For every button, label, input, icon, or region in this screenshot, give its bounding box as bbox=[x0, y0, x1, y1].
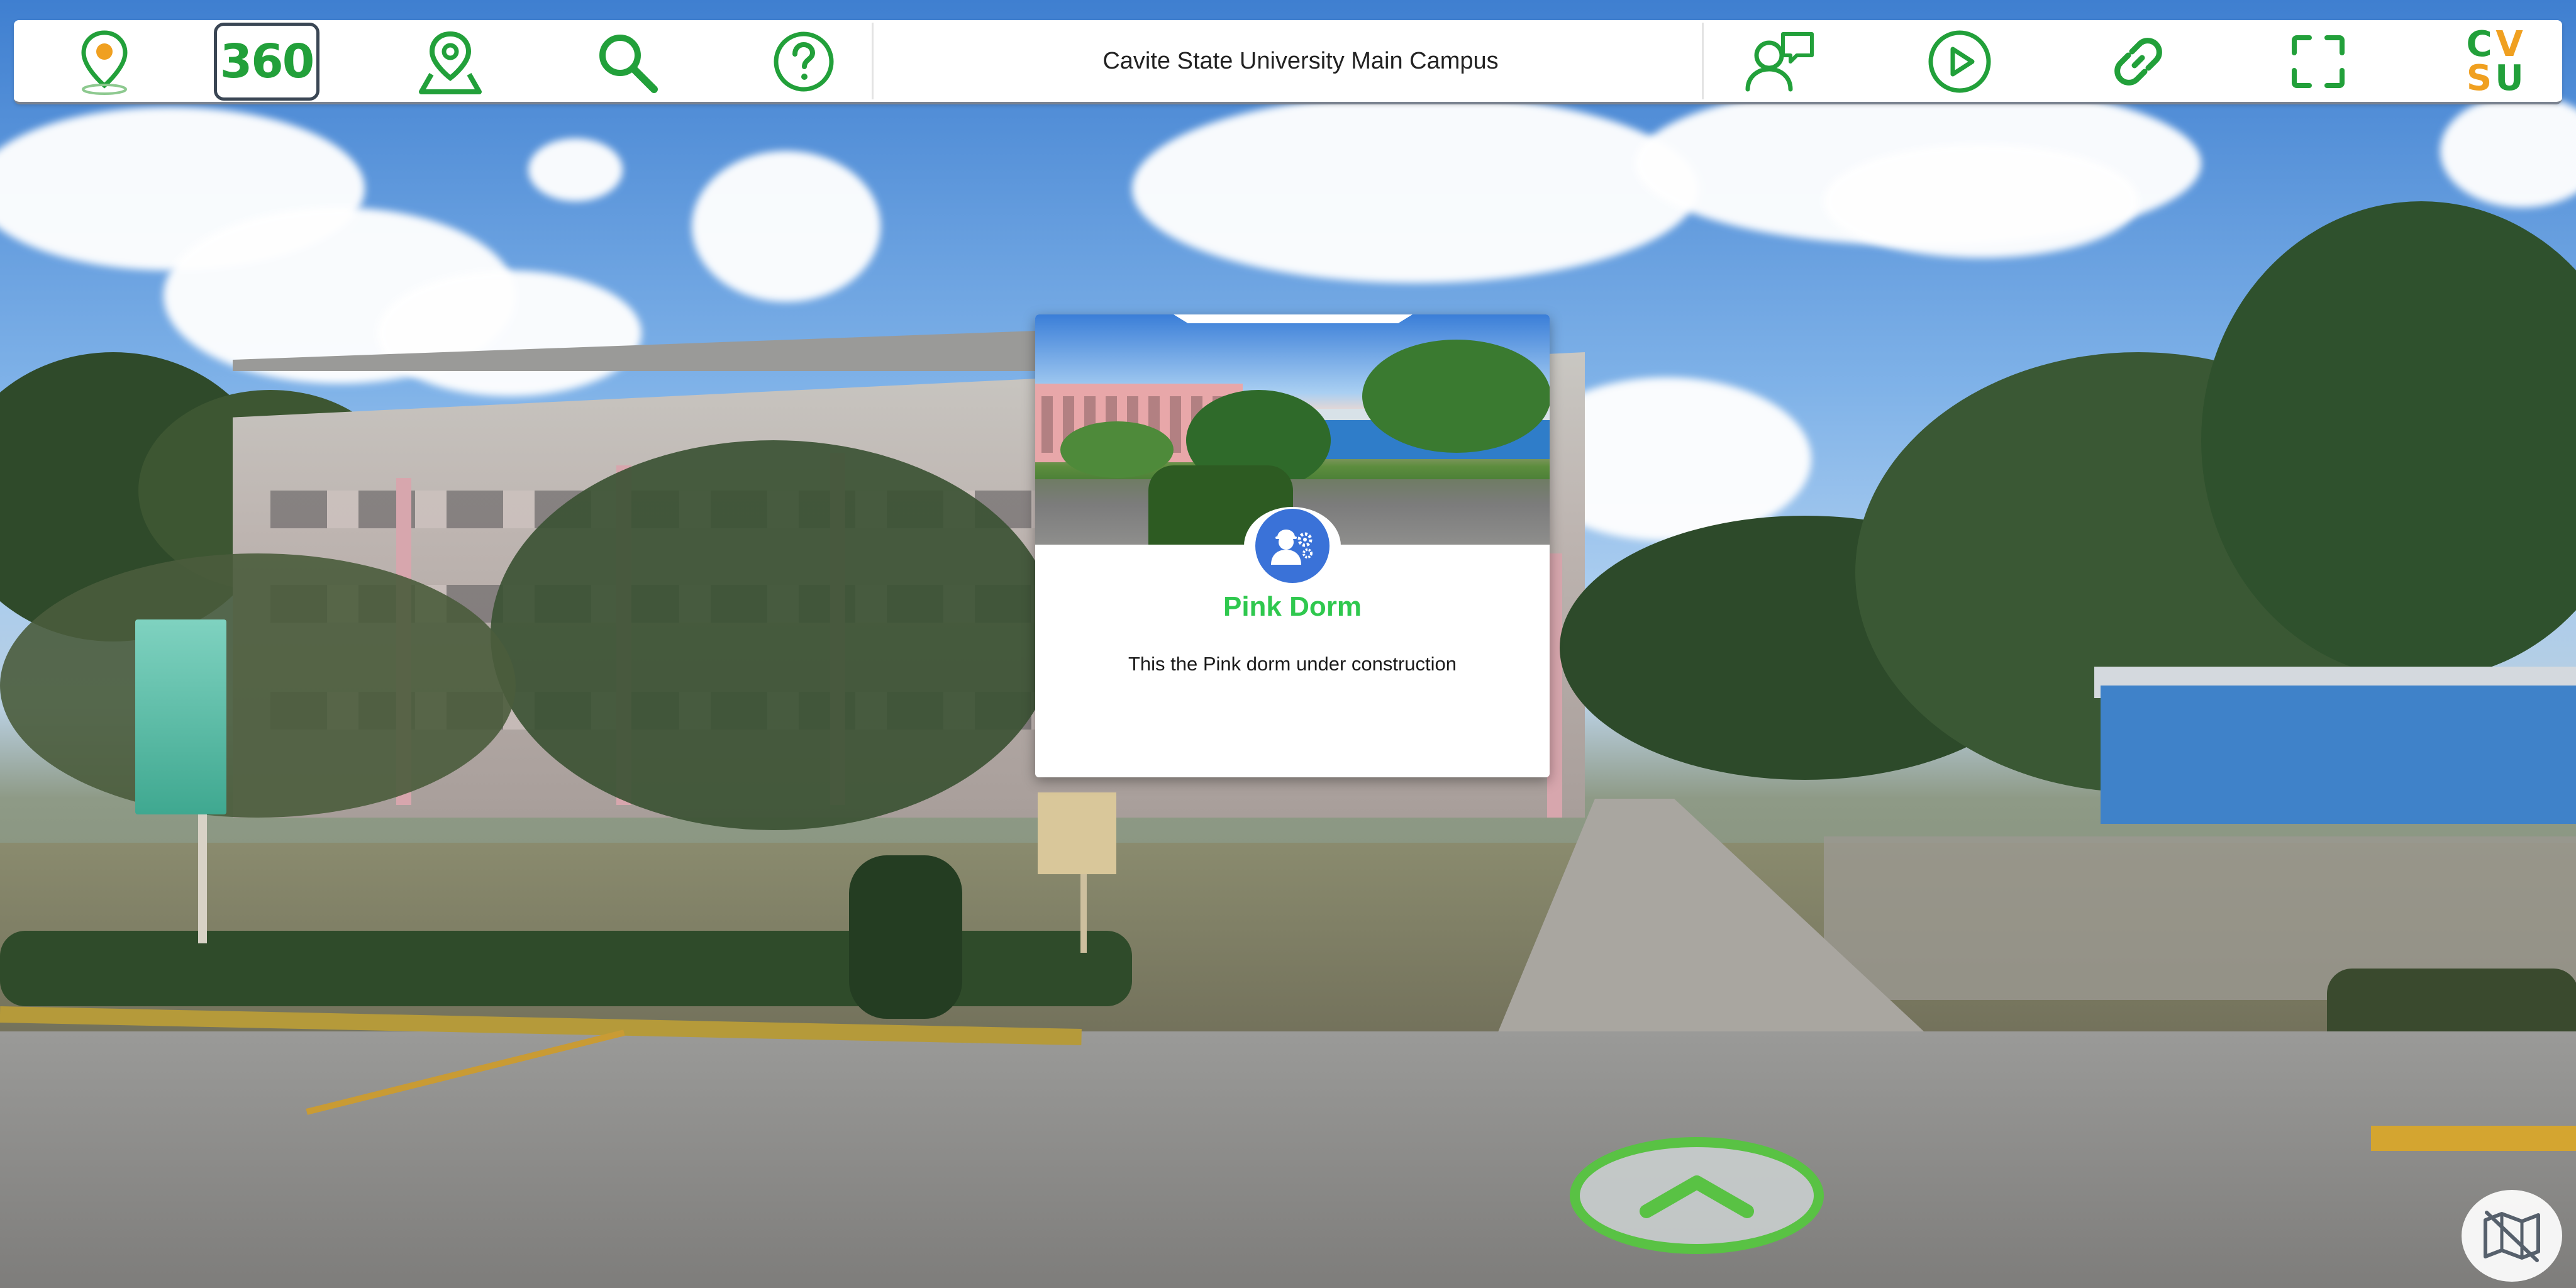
feedback-button[interactable] bbox=[1727, 23, 1833, 101]
card-description: This the Pink dorm under construction bbox=[1128, 653, 1457, 675]
logo-letter: V bbox=[2496, 24, 2523, 65]
photo-tab bbox=[1174, 314, 1413, 323]
navigate-forward-button[interactable] bbox=[1570, 1137, 1824, 1254]
play-icon bbox=[1928, 30, 1991, 93]
blue-house bbox=[2101, 686, 2576, 824]
help-button[interactable] bbox=[751, 23, 857, 101]
map-toggle-button[interactable] bbox=[2462, 1190, 2562, 1282]
logo-letter: C bbox=[2466, 24, 2492, 65]
photo-tree bbox=[1060, 421, 1174, 478]
photo-tree bbox=[1362, 340, 1550, 453]
card-badge bbox=[1244, 507, 1341, 585]
search-button[interactable] bbox=[574, 23, 679, 101]
badge-circle bbox=[1255, 509, 1330, 583]
cloud bbox=[1824, 145, 2138, 258]
tree bbox=[491, 440, 1057, 830]
green-signboard bbox=[135, 619, 226, 814]
search-icon bbox=[599, 35, 658, 93]
cloud bbox=[377, 270, 641, 396]
cloud bbox=[528, 138, 623, 201]
fullscreen-button[interactable] bbox=[2265, 23, 2371, 101]
sign-pole bbox=[1080, 871, 1087, 953]
cloud bbox=[692, 151, 880, 302]
cvsu-logo[interactable]: C V S U bbox=[2441, 23, 2547, 101]
map-off-icon bbox=[2484, 1211, 2540, 1262]
feedback-chat-icon bbox=[1745, 32, 1814, 92]
hedge bbox=[0, 931, 1132, 1006]
360-view-button[interactable]: 360 bbox=[214, 23, 319, 101]
360-label: 360 bbox=[219, 35, 314, 89]
card-title: Pink Dorm bbox=[1223, 591, 1362, 622]
hedge bbox=[849, 855, 962, 1019]
logo-letter: S bbox=[2466, 58, 2492, 99]
location-pin-icon bbox=[81, 30, 128, 95]
map-marker-button[interactable] bbox=[397, 23, 503, 101]
worker-gear-icon bbox=[1271, 530, 1313, 565]
toolbar-divider bbox=[872, 23, 874, 99]
notice-board bbox=[1038, 792, 1116, 874]
hotspot-info-card: Pink Dorm This the Pink dorm under const… bbox=[1035, 314, 1550, 777]
link-icon bbox=[2114, 38, 2162, 86]
top-toolbar: 360 Cavite State University Main Campus bbox=[14, 20, 2562, 104]
curb bbox=[2371, 1126, 2576, 1151]
cloud bbox=[1132, 94, 1698, 283]
cloud bbox=[2440, 94, 2576, 208]
map-marker-icon bbox=[419, 31, 482, 94]
toolbar-divider bbox=[1702, 23, 1704, 99]
fullscreen-icon bbox=[2292, 35, 2345, 88]
logo-letter: U bbox=[2495, 58, 2524, 99]
help-icon bbox=[774, 31, 834, 92]
play-tour-button[interactable] bbox=[1907, 23, 2012, 101]
share-link-button[interactable] bbox=[2085, 23, 2191, 101]
tree bbox=[0, 553, 516, 818]
chevron-up-icon bbox=[1640, 1175, 1754, 1218]
road bbox=[0, 1031, 2576, 1288]
cvsu-logo-text: C V S U bbox=[2464, 24, 2524, 99]
location-pin-logo-button[interactable] bbox=[52, 23, 157, 101]
sign-pole bbox=[198, 811, 207, 943]
page-title: Cavite State University Main Campus bbox=[1102, 47, 1499, 74]
